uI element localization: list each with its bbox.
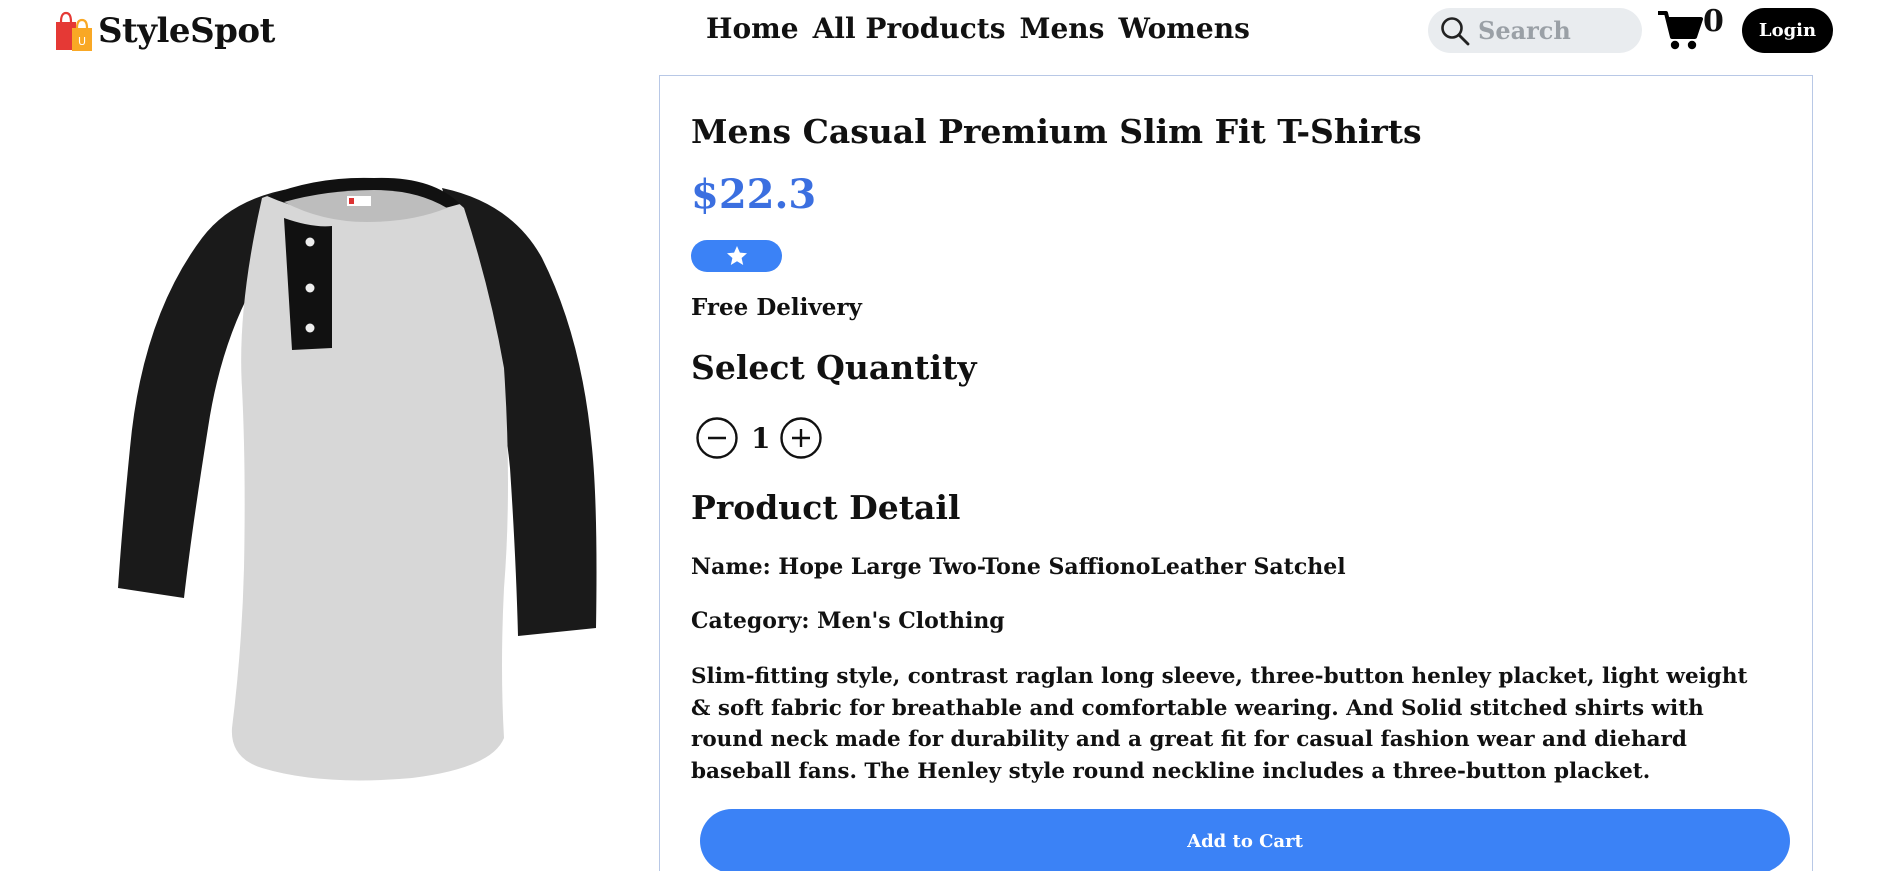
nav-mens[interactable]: Mens xyxy=(1020,12,1105,45)
product-price: $22.3 xyxy=(691,171,817,218)
product-detail-panel: Mens Casual Premium Slim Fit T-Shirts $2… xyxy=(659,75,1813,871)
nav-womens[interactable]: Womens xyxy=(1118,12,1249,45)
main-nav: Home All Products Mens Womens xyxy=(706,12,1250,45)
quantity-heading: Select Quantity xyxy=(691,348,977,387)
nav-all-products[interactable]: All Products xyxy=(813,12,1006,45)
nav-home[interactable]: Home xyxy=(706,12,799,45)
cart-icon xyxy=(1658,11,1703,50)
header: U StyleSpot Home All Products Mens Women… xyxy=(0,0,1889,62)
product-category-line: Category: Men's Clothing xyxy=(691,608,1005,634)
star-icon xyxy=(726,246,747,265)
svg-text:U: U xyxy=(78,35,86,48)
search-box xyxy=(1428,8,1642,53)
add-to-cart-button[interactable]: Add to Cart xyxy=(700,809,1790,871)
product-detail-heading: Product Detail xyxy=(691,488,961,527)
shopping-bags-logo-icon: U xyxy=(56,11,92,51)
product-description: Slim-fitting style, contrast raglan long… xyxy=(691,664,1748,784)
product-title: Mens Casual Premium Slim Fit T-Shirts xyxy=(691,112,1422,151)
quantity-value: 1 xyxy=(751,421,771,455)
product-name-line: Name: Hope Large Two-Tone SaffionoLeathe… xyxy=(691,554,1346,580)
plus-icon[interactable] xyxy=(779,416,823,460)
search-input[interactable] xyxy=(1478,16,1638,45)
delivery-info: Free Delivery xyxy=(691,294,862,321)
brand-name: StyleSpot xyxy=(98,11,275,51)
search-icon[interactable] xyxy=(1438,14,1472,48)
raglan-henley-shirt-image xyxy=(118,177,597,781)
login-button[interactable]: Login xyxy=(1742,8,1833,53)
brand[interactable]: U StyleSpot xyxy=(52,10,275,52)
minus-icon[interactable] xyxy=(695,416,739,460)
cart-count: 0 xyxy=(1703,4,1724,39)
cart-button[interactable]: 0 xyxy=(1657,4,1724,52)
rating-badge xyxy=(691,240,782,272)
quantity-stepper: 1 xyxy=(695,416,823,460)
